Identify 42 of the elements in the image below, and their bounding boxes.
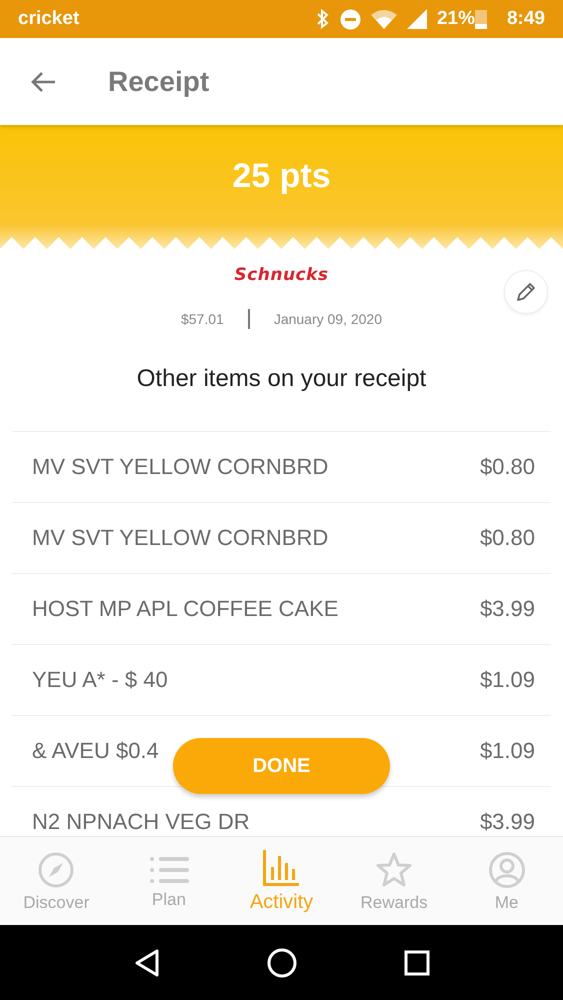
item-price: $1.09: [480, 667, 535, 693]
item-name: YEU A* - $ 40: [32, 667, 168, 693]
item-price: $3.99: [480, 596, 535, 622]
recents-icon[interactable]: [404, 950, 430, 976]
nav-tab[interactable]: Discover: [0, 837, 113, 926]
receipt-total: $57.01: [180, 311, 224, 327]
wifi-icon: [370, 9, 397, 29]
section-heading: Other items on your receipt: [136, 365, 428, 393]
item-name: HOST MP APL COFFEE CAKE: [32, 596, 338, 622]
points-text: 25 pts: [232, 157, 331, 197]
clock-time: 8:49: [506, 8, 545, 30]
item-price: $1.09: [480, 738, 535, 764]
receipt-date: January 09, 2020: [274, 311, 382, 327]
battery-icon: [474, 9, 487, 29]
home-icon[interactable]: [266, 948, 296, 978]
screen-title: Receipt: [108, 66, 210, 98]
star-icon: [375, 850, 414, 888]
item-name: N2 NPNACH VEG DR: [32, 809, 250, 835]
done-button[interactable]: DONE: [173, 738, 390, 794]
do-not-disturb-icon: [340, 8, 361, 30]
signal-icon: [406, 9, 427, 29]
edit-button[interactable]: [504, 270, 548, 314]
bar-chart-icon: [262, 849, 300, 887]
item-price: $3.99: [480, 809, 535, 835]
item-name: MV SVT YELLOW CORNBRD: [32, 454, 328, 480]
nav-tab[interactable]: Rewards: [338, 837, 450, 926]
back-arrow-icon[interactable]: [30, 70, 56, 92]
pencil-icon: [515, 281, 537, 303]
nav-tab[interactable]: Plan: [112, 837, 226, 926]
nav-tab[interactable]: Activity: [225, 837, 338, 926]
item-name: MV SVT YELLOW CORNBRD: [32, 525, 328, 551]
item-price: $0.80: [480, 525, 535, 551]
bluetooth-icon: [316, 9, 330, 29]
carrier-name: cricket: [18, 8, 80, 30]
item-price: $0.80: [480, 454, 535, 480]
store-logo: Schnucks: [234, 265, 329, 285]
nav-tab[interactable]: Me: [450, 837, 563, 926]
back-icon[interactable]: [134, 948, 160, 976]
compass-icon: [37, 850, 76, 888]
battery-percent: 21%: [436, 8, 475, 30]
profile-icon: [488, 850, 526, 888]
item-name: & AVEU $0.4: [32, 738, 159, 764]
